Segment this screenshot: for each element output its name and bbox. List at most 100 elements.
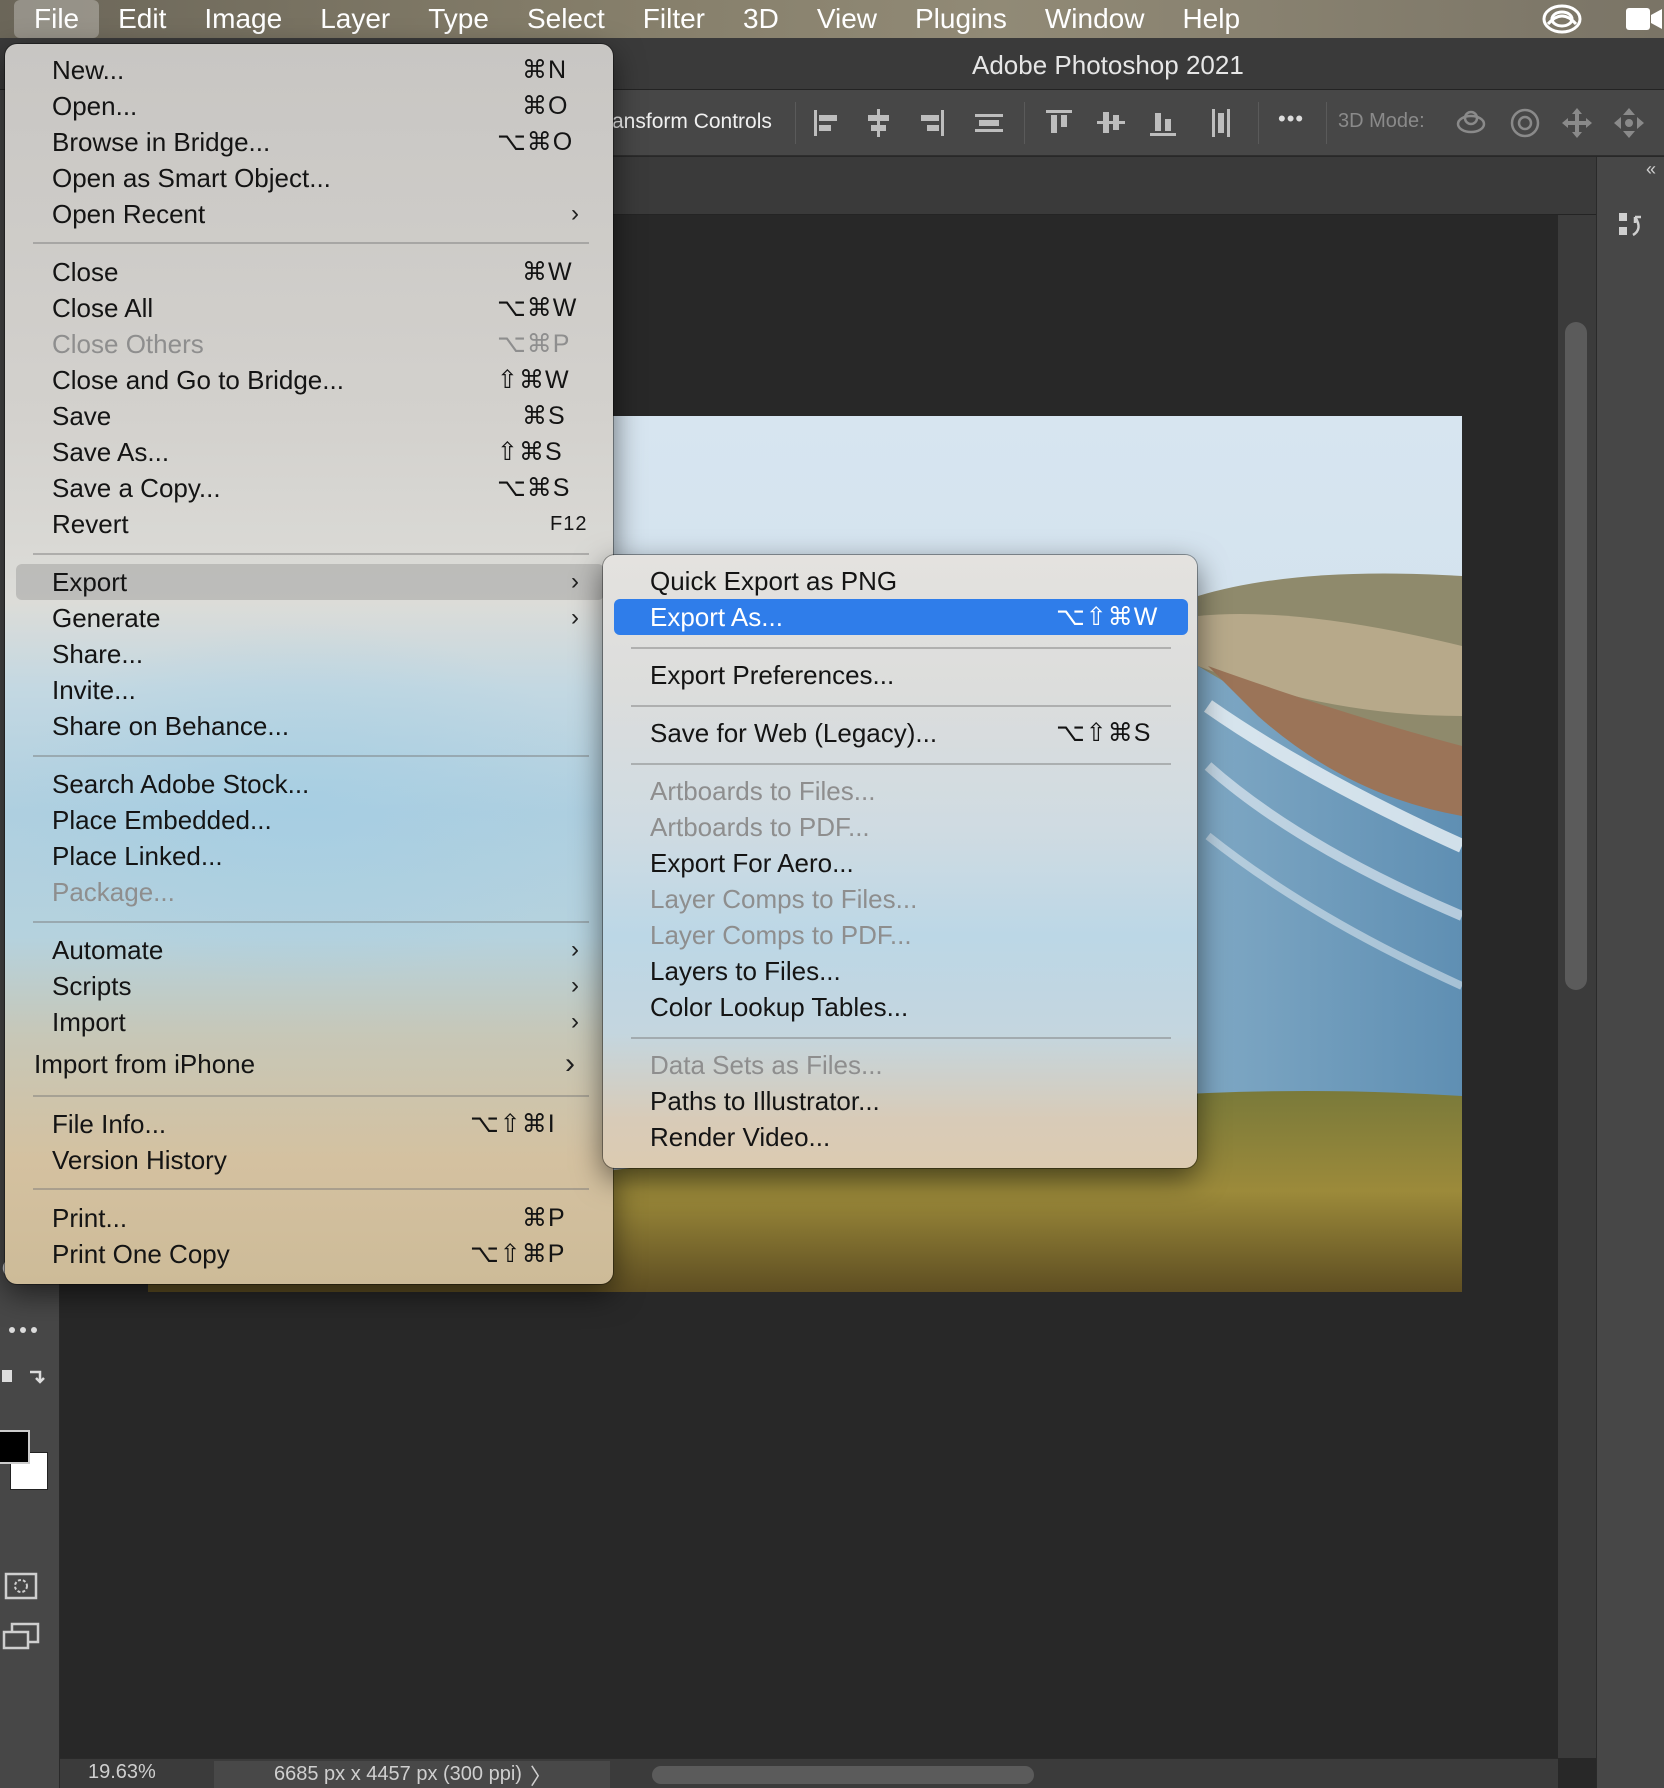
creative-cloud-icon[interactable] [1540, 2, 1584, 36]
menu-separator [33, 755, 589, 757]
quick-mask-icon[interactable] [2, 1566, 48, 1606]
pan-3d-camera-icon[interactable] [1560, 106, 1594, 140]
menu-separator [631, 763, 1171, 765]
menu-item-package: Package... [52, 877, 175, 907]
menu-item-open-as-smart-object[interactable]: Open as Smart Object... [5, 160, 613, 196]
menu-item-export-preferences[interactable]: Export Preferences... [603, 657, 1197, 693]
horizontal-scroll-thumb[interactable] [652, 1766, 1034, 1784]
menu-window[interactable]: Window [1026, 0, 1164, 38]
menu-layer[interactable]: Layer [301, 0, 409, 38]
menu-item-scripts[interactable]: Scripts › [5, 968, 613, 1004]
distribute-vertical-icon[interactable] [972, 106, 1006, 140]
menu-item-save[interactable]: Save ⌘S [5, 398, 613, 434]
right-panel-dock: « [1596, 157, 1664, 1788]
menu-separator [631, 705, 1171, 707]
menu-plugins[interactable]: Plugins [896, 0, 1026, 38]
menu-item-version-history[interactable]: Version History [5, 1142, 613, 1178]
status-menu-arrow[interactable]: 〉 [530, 1759, 552, 1788]
menu-item-save-a-copy[interactable]: Save a Copy... ⌥⌘S [5, 470, 613, 506]
3d-mode-label: 3D Mode: [1338, 110, 1425, 132]
menu-item-artboards-to-pdf: Artboards to PDF... [650, 812, 870, 842]
menu-item-invite[interactable]: Invite... [5, 672, 613, 708]
menu-3d[interactable]: 3D [724, 0, 798, 38]
menu-item-generate[interactable]: Generate › [5, 600, 613, 636]
swap-colors-icon[interactable] [2, 1362, 48, 1402]
menu-item-share[interactable]: Share... [5, 636, 613, 672]
submenu-chevron-icon: › [571, 568, 579, 595]
menu-edit[interactable]: Edit [99, 0, 185, 38]
submenu-chevron-icon: › [571, 936, 579, 963]
edit-toolbar-icon[interactable] [2, 1310, 48, 1350]
menu-item-place-linked[interactable]: Place Linked... [5, 838, 613, 874]
align-top-edges-icon[interactable] [1042, 106, 1076, 140]
menu-item-browse-in-bridge[interactable]: Browse in Bridge... ⌥⌘O [5, 124, 613, 160]
menu-item-export[interactable]: Export › [16, 564, 604, 600]
zoom-level[interactable]: 19.63% [88, 1761, 156, 1784]
menu-separator [631, 647, 1171, 649]
menu-type[interactable]: Type [409, 0, 508, 38]
menu-item-print-one-copy[interactable]: Print One Copy ⌥⇧⌘P [5, 1236, 613, 1272]
menu-item-save-for-web-legacy[interactable]: Save for Web (Legacy)... ⌥⇧⌘S [603, 715, 1197, 751]
history-panel-icon[interactable] [1617, 207, 1651, 247]
menu-view[interactable]: View [798, 0, 896, 38]
menu-item-close[interactable]: Close ⌘W [5, 254, 613, 290]
submenu-chevron-icon: › [571, 972, 579, 999]
menu-item-new[interactable]: New... ⌘N [5, 52, 613, 88]
menu-item-import-from-iphone[interactable]: Import from iPhone › [5, 1046, 613, 1082]
align-horizontal-centers-icon[interactable] [862, 106, 896, 140]
menu-separator [33, 242, 589, 244]
submenu-chevron-icon: › [571, 1008, 579, 1035]
menu-item-render-video[interactable]: Render Video... [603, 1119, 1197, 1155]
menu-item-export-for-aero[interactable]: Export For Aero... [603, 845, 1197, 881]
facetime-icon[interactable] [1624, 4, 1664, 34]
menu-item-layers-to-files[interactable]: Layers to Files... [603, 953, 1197, 989]
vertical-scroll-thumb[interactable] [1565, 322, 1587, 990]
menu-separator [33, 553, 589, 555]
menu-item-search-adobe-stock[interactable]: Search Adobe Stock... [5, 766, 613, 802]
menu-item-open[interactable]: Open... ⌘O [5, 88, 613, 124]
menu-item-close-all[interactable]: Close All ⌥⌘W [5, 290, 613, 326]
menu-item-share-on-behance[interactable]: Share on Behance... [5, 708, 613, 744]
menu-item-place-embedded[interactable]: Place Embedded... [5, 802, 613, 838]
menu-item-close-and-go-to-bridge[interactable]: Close and Go to Bridge... ⇧⌘W [5, 362, 613, 398]
menu-item-import[interactable]: Import › [5, 1004, 613, 1040]
distribute-horizontal-icon[interactable] [1204, 106, 1238, 140]
screen-mode-icon[interactable] [2, 1618, 48, 1658]
menu-item-revert[interactable]: Revert F12 [5, 506, 613, 542]
menu-image[interactable]: Image [185, 0, 301, 38]
options-divider [795, 102, 796, 144]
collapse-panels-icon[interactable]: « [1646, 159, 1656, 180]
mac-menu-bar: File Edit Image Layer Type Select Filter… [0, 0, 1664, 38]
menu-item-color-lookup-tables[interactable]: Color Lookup Tables... [603, 989, 1197, 1025]
menu-item-print[interactable]: Print... ⌘P [5, 1200, 613, 1236]
slide-3d-camera-icon[interactable] [1612, 106, 1646, 140]
menu-filter[interactable]: Filter [624, 0, 724, 38]
more-options-button[interactable]: ••• [1278, 106, 1304, 132]
menu-help[interactable]: Help [1163, 0, 1259, 38]
menu-select[interactable]: Select [508, 0, 624, 38]
align-right-edges-icon[interactable] [914, 106, 948, 140]
file-menu: New... ⌘N Open... ⌘O Browse in Bridge... ⌥⌘… [5, 44, 613, 1284]
align-bottom-edges-icon[interactable] [1146, 106, 1180, 140]
orbit-3d-camera-icon[interactable] [1454, 106, 1488, 140]
menu-item-paths-to-illustrator[interactable]: Paths to Illustrator... [603, 1083, 1197, 1119]
align-vertical-centers-icon[interactable] [1094, 106, 1128, 140]
menu-item-quick-export-as-png[interactable]: Quick Export as PNG [603, 563, 1197, 599]
menu-item-save-as[interactable]: Save As... ⇧⌘S [5, 434, 613, 470]
roll-3d-camera-icon[interactable] [1508, 106, 1542, 140]
show-transform-controls-label[interactable]: ansform Controls [612, 110, 772, 134]
menu-item-automate[interactable]: Automate › [5, 932, 613, 968]
menu-item-export-as[interactable]: Export As... ⌥⇧⌘W [614, 599, 1188, 635]
menu-separator [33, 921, 589, 923]
menu-separator [33, 1188, 589, 1190]
menu-item-data-sets-as-files: Data Sets as Files... [650, 1050, 883, 1080]
menu-item-file-info[interactable]: File Info... ⌥⇧⌘I [5, 1106, 613, 1142]
menu-item-layer-comps-to-files: Layer Comps to Files... [650, 884, 918, 914]
align-left-edges-icon[interactable] [810, 106, 844, 140]
foreground-color-swatch[interactable] [0, 1430, 30, 1464]
menu-separator [631, 1037, 1171, 1039]
document-size-text: 6685 px x 4457 px (300 ppi) [274, 1763, 522, 1785]
menu-item-open-recent[interactable]: Open Recent › [5, 196, 613, 232]
options-divider [1024, 102, 1025, 144]
menu-file[interactable]: File [14, 0, 100, 38]
